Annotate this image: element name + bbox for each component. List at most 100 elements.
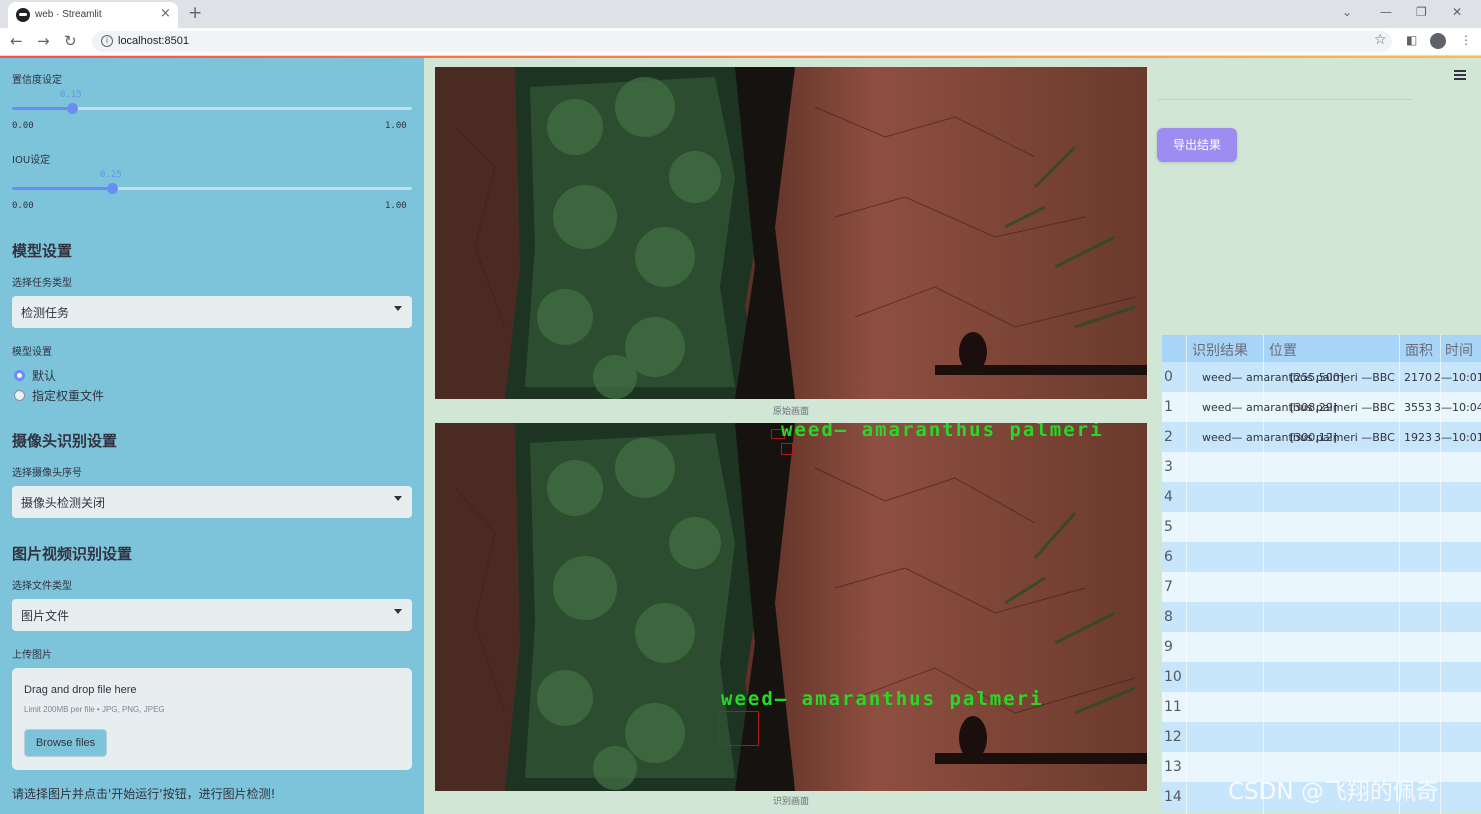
app-menu-icon[interactable] <box>1454 70 1466 82</box>
url-text[interactable]: localhost:8501 <box>118 35 189 47</box>
back-icon[interactable]: ← <box>10 32 23 50</box>
column-divider <box>1186 335 1187 814</box>
restore-icon[interactable]: ❐ <box>1416 5 1427 19</box>
radio-default[interactable] <box>14 370 25 381</box>
browser-tab[interactable]: web · Streamlit × <box>8 2 178 28</box>
browser-tabbar: web · Streamlit × + ⌄ — ❐ ✕ <box>0 0 1481 28</box>
file-type-select[interactable]: 图片文件 <box>12 599 412 631</box>
table-row[interactable]: 0 weed— amaranthus palmeri —BBC [255,500] 2… <box>1162 362 1481 392</box>
confidence-slider[interactable] <box>12 103 412 114</box>
model-settings-heading: 模型设置 <box>12 242 73 260</box>
cell-time: 3—10:04 <box>1434 401 1481 414</box>
detection-label: weed— amaranthus palmeri <box>781 423 1104 441</box>
chevron-down-icon <box>394 496 402 501</box>
bookmark-star-icon[interactable]: ☆ <box>1374 32 1387 48</box>
header-result[interactable]: 识别结果 <box>1192 340 1248 360</box>
dropzone-limit: Limit 200MB per file • JPG, PNG, JPEG <box>24 705 165 714</box>
table-row[interactable]: 10 <box>1162 662 1481 692</box>
close-tab-icon[interactable]: × <box>160 6 171 21</box>
iou-slider[interactable] <box>12 183 412 194</box>
tab-search-icon[interactable]: ⌄ <box>1342 5 1352 19</box>
main-area: 原始画面 weed— amaranthus palmeri weed— amar… <box>424 58 1481 814</box>
cell-time: 2—10:01 <box>1434 371 1481 384</box>
chevron-down-icon <box>394 306 402 311</box>
original-image <box>435 67 1147 399</box>
side-panel-icon[interactable]: ◧ <box>1406 33 1417 47</box>
export-results-button[interactable]: 导出结果 <box>1157 128 1237 162</box>
forward-icon[interactable]: → <box>37 32 50 50</box>
camera-index-select[interactable]: 摄像头检测关闭 <box>12 486 412 518</box>
cell-position: [255,500] <box>1290 371 1345 384</box>
window-close-icon[interactable]: ✕ <box>1452 5 1462 19</box>
file-uploader-dropzone[interactable]: Drag and drop file here Limit 200MB per … <box>12 668 412 770</box>
row-index: 13 <box>1164 759 1182 775</box>
media-settings-heading: 图片视频识别设置 <box>12 545 133 563</box>
result-image-caption: 识别画面 <box>772 797 809 807</box>
camera-index-value: 摄像头检测关闭 <box>21 496 106 510</box>
confidence-max: 1.00 <box>385 121 407 131</box>
iou-slider-fill <box>12 187 112 190</box>
header-area[interactable]: 面积 <box>1405 340 1433 360</box>
address-bar: ← → ↻ i localhost:8501 ☆ ◧ ⋮ <box>0 28 1481 56</box>
table-row[interactable]: 8 <box>1162 602 1481 632</box>
file-type-value: 图片文件 <box>21 609 70 623</box>
iou-min: 0.00 <box>12 201 34 211</box>
radio-custom-weights-label[interactable]: 指定权重文件 <box>32 387 104 404</box>
profile-avatar-icon[interactable] <box>1430 33 1446 49</box>
instruction-text: 请选择图片并点击'开始运行'按钮，进行图片检测! <box>12 787 276 801</box>
table-row[interactable]: 4 <box>1162 482 1481 512</box>
omnibox[interactable]: i localhost:8501 ☆ <box>92 31 1392 52</box>
confidence-slider-fill <box>12 107 72 110</box>
table-row[interactable]: 6 <box>1162 542 1481 572</box>
camera-settings-heading: 摄像头识别设置 <box>12 432 118 450</box>
radio-default-label[interactable]: 默认 <box>32 367 56 384</box>
upload-label: 上传图片 <box>12 650 52 661</box>
row-index: 1 <box>1164 399 1173 415</box>
table-header: 识别结果 位置 面积 时间 <box>1162 335 1481 362</box>
site-info-icon[interactable]: i <box>101 35 113 47</box>
table-row[interactable]: 1 weed— amaranthus palmeri —BBC [308,29] 35… <box>1162 392 1481 422</box>
header-time[interactable]: 时间 <box>1445 340 1473 360</box>
iou-max: 1.00 <box>385 201 407 211</box>
task-type-label: 选择任务类型 <box>12 278 72 289</box>
row-index: 12 <box>1164 729 1182 745</box>
results-table[interactable]: 识别结果 位置 面积 时间 0 weed— amaranthus palmeri … <box>1162 335 1481 814</box>
row-index: 10 <box>1164 669 1182 685</box>
model-setting-label: 模型设置 <box>12 347 52 358</box>
new-tab-icon[interactable]: + <box>188 3 202 23</box>
field-photo <box>435 67 1147 399</box>
row-index: 8 <box>1164 609 1173 625</box>
header-position[interactable]: 位置 <box>1269 340 1297 360</box>
radio-custom-weights[interactable] <box>14 390 25 401</box>
iou-label: IOU设定 <box>12 155 51 166</box>
browser-menu-icon[interactable]: ⋮ <box>1460 33 1472 47</box>
confidence-slider-thumb[interactable] <box>67 103 78 114</box>
table-row[interactable]: 3 <box>1162 452 1481 482</box>
cell-area: 2170 <box>1404 371 1432 384</box>
table-row[interactable]: 11 <box>1162 692 1481 722</box>
row-index: 2 <box>1164 429 1173 445</box>
cell-position: [300,12] <box>1290 431 1338 444</box>
table-row[interactable]: 12 <box>1162 722 1481 752</box>
minimize-icon[interactable]: — <box>1380 5 1392 19</box>
row-index: 4 <box>1164 489 1173 505</box>
row-index: 5 <box>1164 519 1173 535</box>
iou-slider-thumb[interactable] <box>107 183 118 194</box>
divider <box>1158 99 1412 100</box>
table-row[interactable]: 9 <box>1162 632 1481 662</box>
row-index: 0 <box>1164 369 1173 385</box>
field-photo-detected <box>435 423 1147 791</box>
cell-time: 3—10:01 <box>1434 431 1481 444</box>
table-row[interactable]: 2 weed— amaranthus palmeri —BBC [300,12] 19… <box>1162 422 1481 452</box>
cell-area: 1923 <box>1404 431 1432 444</box>
watermark: CSDN @飞翔的佩奇 <box>1228 779 1439 805</box>
reload-icon[interactable]: ↻ <box>64 32 77 50</box>
table-row[interactable]: 5 <box>1162 512 1481 542</box>
sidebar: 置信度设定 0.15 0.00 1.00 IOU设定 0.25 0.00 1.0… <box>0 58 424 814</box>
detection-label: weed— amaranthus palmeri <box>721 688 1044 710</box>
task-type-value: 检测任务 <box>21 306 70 320</box>
browse-files-button[interactable]: Browse files <box>24 729 107 757</box>
task-type-select[interactable]: 检测任务 <box>12 296 412 328</box>
confidence-label: 置信度设定 <box>12 75 62 86</box>
table-row[interactable]: 7 <box>1162 572 1481 602</box>
